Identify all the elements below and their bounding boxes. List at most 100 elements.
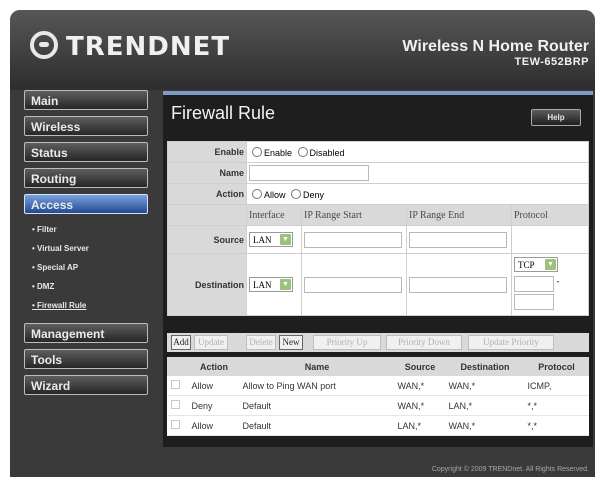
delete-button[interactable]: Delete	[246, 335, 276, 350]
new-button[interactable]: New	[279, 335, 303, 350]
header-name: Name	[239, 357, 395, 376]
source-interface-value: LAN	[253, 235, 272, 245]
subnav-filter[interactable]: • Filter	[24, 220, 152, 239]
cell-protocol: *,*	[524, 415, 589, 436]
destination-protocol-cell: TCP ▼ -	[511, 253, 589, 316]
cell-destination: LAN,*	[445, 395, 525, 416]
subnav-special-ap-label: Special AP	[37, 263, 79, 272]
nav-main[interactable]: Main	[24, 90, 148, 110]
port-end-input[interactable]	[514, 294, 554, 310]
add-button[interactable]: Add	[171, 335, 191, 350]
router-frame: TRENDNET Wireless N Home Router TEW-652B…	[10, 10, 595, 477]
column-header-spacer	[167, 204, 247, 226]
disabled-radio-label: Disabled	[309, 147, 345, 158]
chevron-down-icon: ▼	[280, 234, 291, 245]
enable-options: Enable Disabled	[246, 141, 589, 163]
name-input[interactable]	[249, 165, 369, 181]
enable-label: Enable	[167, 141, 247, 163]
cell-protocol: *,*	[524, 395, 589, 416]
nav-wireless[interactable]: Wireless	[24, 116, 148, 136]
source-protocol-cell	[511, 225, 589, 254]
nav-access[interactable]: Access	[24, 194, 148, 214]
destination-ip-end-cell	[406, 253, 512, 316]
action-row: Action Allow Deny	[167, 183, 589, 205]
action-label: Action	[167, 183, 247, 205]
row-checkbox[interactable]	[170, 420, 180, 429]
cell-source: WAN,*	[394, 375, 446, 396]
cell-name: Default	[239, 415, 395, 436]
nav-management[interactable]: Management	[24, 323, 148, 343]
nav-routing[interactable]: Routing	[24, 168, 148, 188]
protocol-select[interactable]: TCP ▼	[514, 257, 558, 272]
row-select-cell	[167, 395, 189, 416]
deny-radio[interactable]	[291, 188, 302, 199]
row-select-cell	[167, 415, 189, 436]
sidebar: Main Wireless Status Routing Access • Fi…	[24, 90, 152, 401]
cell-action: Allow	[188, 375, 240, 396]
chevron-down-icon: ▼	[545, 259, 556, 270]
allow-radio[interactable]	[252, 188, 262, 199]
deny-radio-label: Deny	[303, 189, 325, 200]
chevron-down-icon: ▼	[280, 279, 291, 290]
product-model: TEW-652BRP	[514, 56, 589, 68]
destination-ip-start-input[interactable]	[304, 276, 402, 293]
update-button[interactable]: Update	[194, 335, 228, 350]
nav-wizard[interactable]: Wizard	[24, 375, 148, 395]
destination-interface-select[interactable]: LAN ▼	[249, 277, 293, 292]
destination-row: Destination LAN ▼ TCP ▼ -	[167, 253, 589, 316]
destination-label: Destination	[167, 253, 247, 316]
table-row[interactable]: Allow Default LAN,* WAN,* *,*	[167, 415, 589, 436]
port-start-input[interactable]	[514, 276, 554, 292]
action-button-row: Add Update Delete New Priority Up Priori…	[167, 333, 589, 352]
subnav-dmz[interactable]: • DMZ	[24, 277, 152, 296]
rules-header-row: Action Name Source Destination Protocol	[167, 357, 589, 376]
source-ip-end-input[interactable]	[409, 231, 507, 248]
priority-up-button[interactable]: Priority Up	[313, 335, 381, 350]
ip-end-header: IP Range End	[406, 204, 512, 226]
firewall-rules-table: Action Name Source Destination Protocol …	[167, 357, 589, 436]
subnav-firewall-rule[interactable]: • Firewall Rule	[24, 296, 152, 315]
product-info: Wireless N Home Router TEW-652BRP	[402, 38, 589, 68]
update-priority-button[interactable]: Update Priority	[468, 335, 554, 350]
table-row[interactable]: Allow Allow to Ping WAN port WAN,* WAN,*…	[167, 375, 589, 396]
table-row[interactable]: Deny Default WAN,* LAN,* *,*	[167, 395, 589, 416]
help-button[interactable]: Help	[531, 109, 581, 126]
subnav-virtual-server-label: Virtual Server	[37, 244, 89, 253]
source-ip-start-cell	[301, 225, 407, 254]
interface-header: Interface	[246, 204, 302, 226]
cell-action: Deny	[188, 395, 240, 416]
allow-radio-label: Allow	[264, 189, 286, 200]
cell-protocol: ICMP,	[524, 375, 589, 396]
destination-ip-end-input[interactable]	[409, 276, 507, 293]
row-checkbox[interactable]	[170, 400, 180, 409]
source-ip-end-cell	[406, 225, 512, 254]
subnav-special-ap[interactable]: • Special AP	[24, 258, 152, 277]
subnav-firewall-rule-label: Firewall Rule	[37, 301, 87, 310]
cell-source: LAN,*	[394, 415, 446, 436]
enable-row: Enable Enable Disabled	[167, 141, 589, 163]
subnav-virtual-server[interactable]: • Virtual Server	[24, 239, 152, 258]
access-submenu: • Filter • Virtual Server • Special AP •…	[24, 220, 152, 315]
priority-down-button[interactable]: Priority Down	[386, 335, 462, 350]
name-row: Name	[167, 162, 589, 184]
disabled-radio[interactable]	[297, 146, 308, 157]
cell-destination: WAN,*	[445, 375, 525, 396]
brand-logo-text: TRENDNET	[66, 32, 231, 62]
header-source: Source	[394, 357, 446, 376]
destination-ip-start-cell	[301, 253, 407, 316]
source-ip-start-input[interactable]	[304, 231, 402, 248]
destination-interface-cell: LAN ▼	[246, 253, 302, 316]
page-title: Firewall Rule	[171, 103, 276, 123]
firewall-rule-form: Enable Enable Disabled Name Action Allow…	[167, 141, 589, 316]
header-destination: Destination	[445, 357, 525, 376]
nav-tools[interactable]: Tools	[24, 349, 148, 369]
content-panel: Firewall Rule Help Enable Enable Disable…	[163, 91, 593, 447]
source-interface-select[interactable]: LAN ▼	[249, 232, 293, 247]
enable-radio[interactable]	[252, 146, 262, 157]
source-label: Source	[167, 225, 247, 254]
row-checkbox[interactable]	[170, 380, 180, 389]
nav-status[interactable]: Status	[24, 142, 148, 162]
name-cell	[246, 162, 589, 184]
header-action: Action	[188, 357, 240, 376]
cell-name: Default	[239, 395, 395, 416]
